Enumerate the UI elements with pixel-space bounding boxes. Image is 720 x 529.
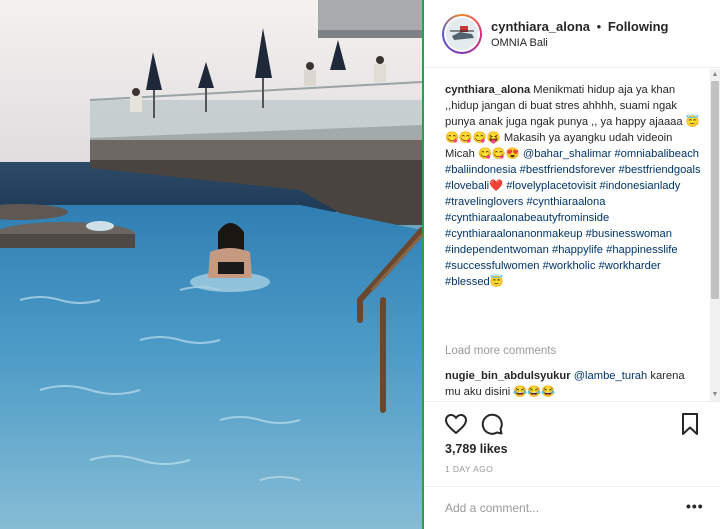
comment-item: nugie_bin_abdulsyukur @lambe_turah karen… xyxy=(445,368,701,400)
pool-scene-image xyxy=(0,0,422,529)
bookmark-icon[interactable] xyxy=(678,412,702,436)
post-location[interactable]: OMNIA Bali xyxy=(491,37,548,49)
caption-username[interactable]: cynthiara_alona xyxy=(445,84,530,96)
comment-username[interactable]: nugie_bin_abdulsyukur xyxy=(445,370,571,382)
avatar-image xyxy=(446,18,478,50)
scrollbar-thumb[interactable] xyxy=(711,81,719,299)
post-side-panel: cynthiara_alona • Following OMNIA Bali c… xyxy=(424,0,720,529)
caption: cynthiara_alona Menikmati hidup aja ya k… xyxy=(445,82,701,290)
following-button[interactable]: Following xyxy=(608,19,669,34)
separator-dot: • xyxy=(596,19,602,34)
scroll-up-arrow-icon[interactable]: ▲ xyxy=(710,71,720,79)
username-row: cynthiara_alona • Following xyxy=(491,19,668,34)
post-header: cynthiara_alona • Following OMNIA Bali xyxy=(424,0,720,68)
comments-list: cynthiara_alona Menikmati hidup aja ya k… xyxy=(424,69,720,401)
post-username[interactable]: cynthiara_alona xyxy=(491,19,590,34)
more-options-button[interactable]: ••• xyxy=(686,498,704,514)
add-comment-bar: ••• xyxy=(424,486,720,529)
caption-hashtags[interactable]: @bahar_shalimar #omniabalibeach #baliind… xyxy=(445,148,701,288)
scroll-down-arrow-icon[interactable]: ▼ xyxy=(710,391,720,399)
post-actions: 3,789 likes 1 DAY AGO ••• xyxy=(424,401,720,529)
post-timestamp: 1 DAY AGO xyxy=(445,464,494,474)
post-video[interactable] xyxy=(0,0,422,529)
comment-bubble-icon[interactable] xyxy=(480,412,504,436)
add-comment-input[interactable] xyxy=(445,499,665,517)
load-more-comments-button[interactable]: Load more comments xyxy=(445,345,556,357)
comments-scrollbar[interactable]: ▲ ▼ xyxy=(710,69,720,401)
heart-icon[interactable] xyxy=(444,412,468,436)
comment-mention[interactable]: @lambe_turah xyxy=(574,370,648,382)
avatar[interactable] xyxy=(442,14,482,54)
likes-count[interactable]: 3,789 likes xyxy=(445,442,508,456)
